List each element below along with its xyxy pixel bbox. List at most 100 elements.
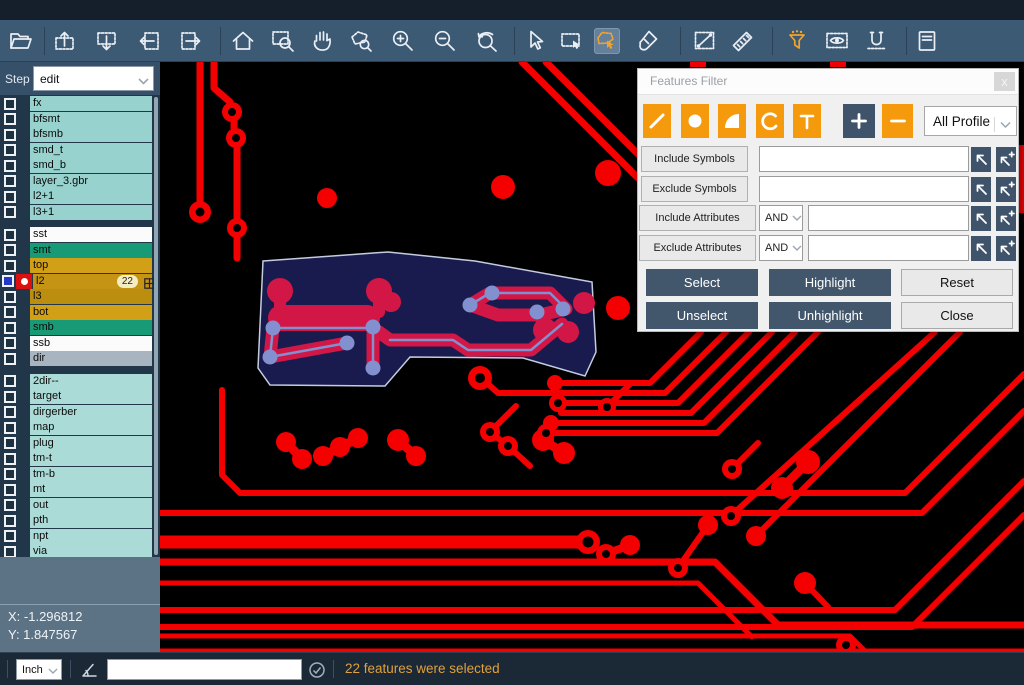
pan-hand-icon[interactable] xyxy=(310,28,336,54)
exclude-symbols-input[interactable] xyxy=(759,176,969,202)
layer-name[interactable]: layer_3.gbr xyxy=(30,174,152,189)
layer-visibility-checkbox[interactable] xyxy=(4,391,16,403)
layer-row[interactable]: layer_3.gbr xyxy=(0,174,160,190)
include-symbols-button[interactable]: Include Symbols xyxy=(641,146,748,172)
angle-measure-icon[interactable] xyxy=(80,660,99,684)
zoom-window-icon[interactable] xyxy=(270,28,296,54)
features-filter-icon[interactable] xyxy=(784,28,810,54)
highlight-button[interactable]: Highlight xyxy=(769,269,891,296)
layer-name[interactable]: smt xyxy=(30,243,152,258)
layer-row[interactable]: dirgerber xyxy=(0,405,160,421)
layer-visibility-checkbox[interactable] xyxy=(4,260,16,272)
layer-row[interactable]: npt xyxy=(0,529,160,545)
reset-button[interactable]: Reset xyxy=(901,269,1013,296)
layer-row[interactable]: top xyxy=(0,258,160,274)
zoom-out-icon[interactable] xyxy=(432,28,458,54)
exclude-attributes-button[interactable]: Exclude Attributes xyxy=(639,235,756,261)
layer-visibility-checkbox[interactable] xyxy=(4,191,16,203)
layer-visibility-checkbox[interactable] xyxy=(4,530,16,542)
filter-lines-button[interactable] xyxy=(643,104,671,138)
layer-name[interactable]: ssb xyxy=(30,336,152,351)
layer-name[interactable]: target xyxy=(30,389,152,404)
layer-visibility-checkbox[interactable] xyxy=(4,322,16,334)
layer-visibility-checkbox[interactable] xyxy=(4,468,16,480)
status-check-icon[interactable] xyxy=(308,661,326,684)
layer-row[interactable]: target xyxy=(0,389,160,405)
layer-name[interactable]: plug xyxy=(30,436,152,451)
layer-name[interactable]: smd_t xyxy=(30,143,152,158)
layer-visibility-checkbox[interactable] xyxy=(4,206,16,218)
pick-add-from-canvas-button[interactable] xyxy=(996,177,1016,202)
home-view-icon[interactable] xyxy=(230,28,256,54)
zoom-polygon-icon[interactable] xyxy=(348,28,374,54)
layer-row[interactable]: l3 xyxy=(0,289,160,305)
layer-visibility-checkbox[interactable] xyxy=(4,375,16,387)
layer-visibility-checkbox[interactable] xyxy=(4,144,16,156)
layer-visibility-checkbox[interactable] xyxy=(4,113,16,125)
filter-text-button[interactable] xyxy=(793,104,821,138)
layer-row[interactable]: pth xyxy=(0,513,160,529)
select-cursor-icon[interactable] xyxy=(522,28,548,54)
layer-visibility-checkbox[interactable] xyxy=(4,229,16,241)
layer-list-scrollbar[interactable] xyxy=(154,97,158,555)
layers-form-icon[interactable] xyxy=(914,28,940,54)
zoom-previous-icon[interactable] xyxy=(474,28,500,54)
layer-name[interactable]: map xyxy=(30,420,152,435)
unselect-button[interactable]: Unselect xyxy=(646,302,758,329)
layer-row[interactable]: 2dir-- xyxy=(0,374,160,390)
layer-row[interactable]: tm-b xyxy=(0,467,160,483)
layer-name[interactable]: smd_b xyxy=(30,158,152,173)
layer-visibility-checkbox[interactable] xyxy=(4,453,16,465)
layer-row[interactable]: l3+1 xyxy=(0,205,160,221)
select-polygon-icon[interactable] xyxy=(594,28,620,54)
layer-visibility-checkbox[interactable] xyxy=(4,244,16,256)
layer-row[interactable]: l2+1 xyxy=(0,189,160,205)
layer-row[interactable]: sst xyxy=(0,227,160,243)
layer-visibility-checkbox[interactable] xyxy=(4,437,16,449)
layer-name[interactable]: l3+1 xyxy=(30,205,152,220)
exclude-attributes-input[interactable] xyxy=(808,235,969,261)
open-folder-icon[interactable] xyxy=(8,28,34,54)
layer-name[interactable]: top xyxy=(30,258,152,273)
layer-name[interactable]: l3 xyxy=(30,289,152,304)
filter-surfaces-button[interactable] xyxy=(718,104,746,138)
include-attributes-input[interactable] xyxy=(808,205,969,231)
select-rectangle-icon[interactable] xyxy=(558,28,584,54)
pan-up-icon[interactable] xyxy=(52,28,78,54)
layer-name[interactable]: smb xyxy=(30,320,152,335)
pick-from-canvas-button[interactable] xyxy=(971,147,991,172)
layer-name[interactable]: bot xyxy=(30,305,152,320)
include-attributes-and-select[interactable]: AND xyxy=(759,205,803,231)
layer-name[interactable]: pth xyxy=(30,513,152,528)
layer-row[interactable]: dir xyxy=(0,351,160,367)
layer-row[interactable]: smt xyxy=(0,243,160,259)
pan-right-icon[interactable] xyxy=(178,28,204,54)
layer-row[interactable]: mt xyxy=(0,482,160,498)
pick-add-from-canvas-button[interactable] xyxy=(996,206,1016,231)
filter-arcs-button[interactable] xyxy=(756,104,784,138)
pick-from-canvas-button[interactable] xyxy=(971,206,991,231)
unit-select[interactable]: Inch xyxy=(16,659,62,680)
layer-row[interactable]: smb xyxy=(0,320,160,336)
layer-row[interactable]: fx xyxy=(0,96,160,112)
filter-pads-button[interactable] xyxy=(681,104,709,138)
pick-add-from-canvas-button[interactable] xyxy=(996,147,1016,172)
layer-visibility-checkbox[interactable] xyxy=(2,275,14,287)
layer-row[interactable]: out xyxy=(0,498,160,514)
layer-row[interactable]: ssb xyxy=(0,336,160,352)
mass-edit-brush-icon[interactable] xyxy=(634,28,660,54)
pan-down-icon[interactable] xyxy=(94,28,120,54)
layer-visibility-checkbox[interactable] xyxy=(4,515,16,527)
layer-visibility-checkbox[interactable] xyxy=(4,175,16,187)
close-button[interactable]: Close xyxy=(901,302,1013,329)
layer-visibility-checkbox[interactable] xyxy=(4,406,16,418)
close-icon[interactable]: x xyxy=(994,72,1015,91)
layer-visibility-checkbox[interactable] xyxy=(4,353,16,365)
layer-visibility-checkbox[interactable] xyxy=(4,306,16,318)
layer-visibility-checkbox[interactable] xyxy=(4,291,16,303)
measure-line-icon[interactable] xyxy=(692,28,718,54)
layer-row[interactable]: bot xyxy=(0,305,160,321)
layer-name[interactable]: mt xyxy=(30,482,152,497)
pick-add-from-canvas-button[interactable] xyxy=(996,236,1016,261)
layer-name[interactable]: bfsmt xyxy=(30,112,152,127)
